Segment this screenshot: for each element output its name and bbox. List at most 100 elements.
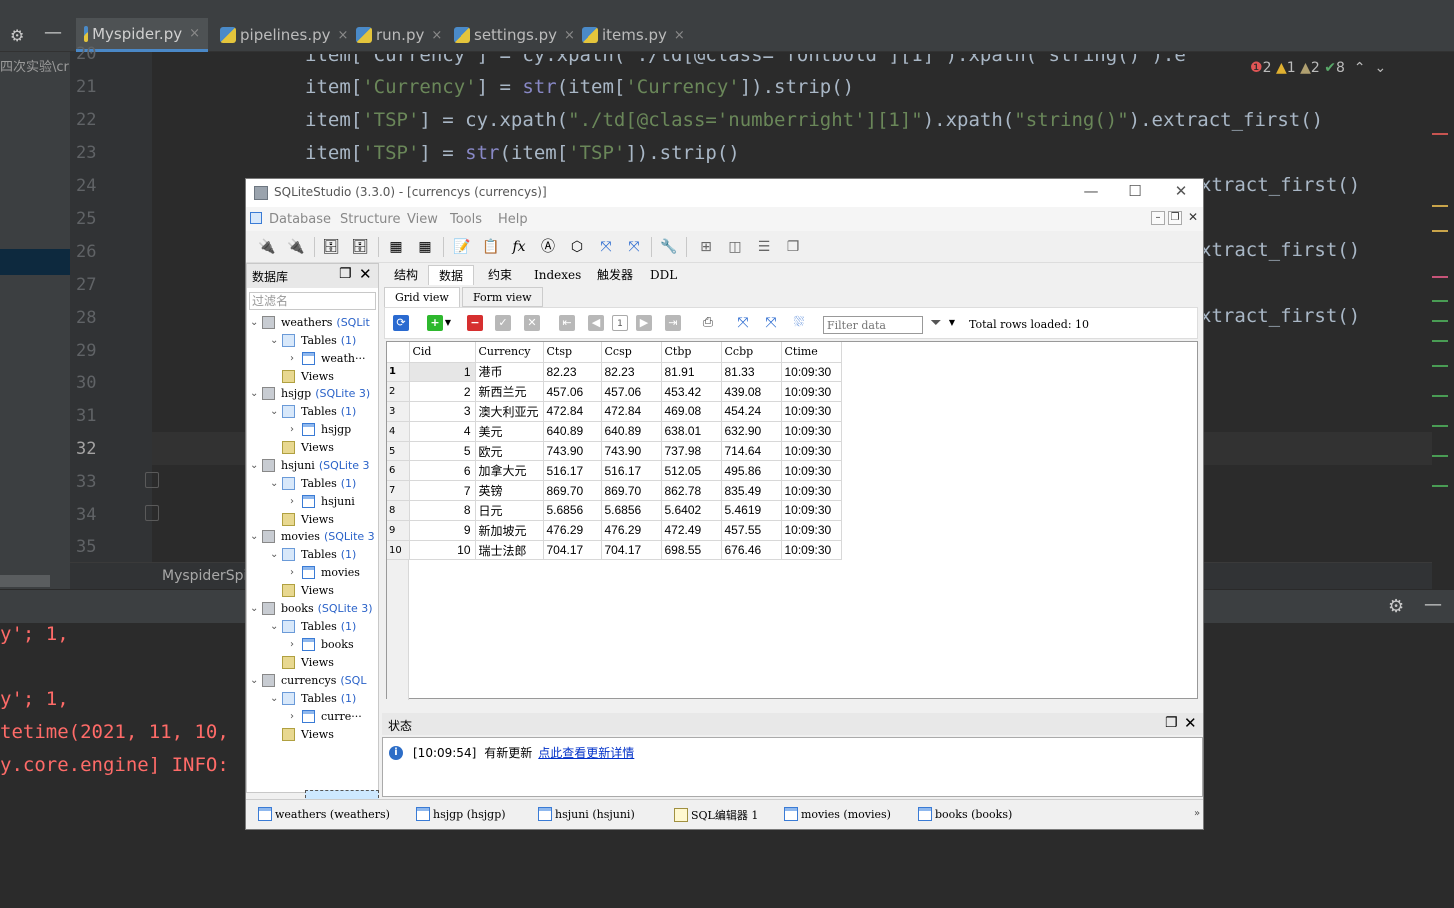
filter-funnel-icon[interactable]: ⏷ [928,315,944,331]
chevron-right-icon[interactable]: › [290,639,302,650]
menu-database[interactable]: Database [269,212,331,227]
grid-cell[interactable]: 加拿大元 [475,460,544,482]
grid-cell[interactable]: 10:09:30 [781,520,842,541]
tab-pipelines[interactable]: pipelines.py × [212,18,356,52]
grid-cell[interactable]: 1 [409,362,476,383]
table-row[interactable]: 5 5 欧元 743.90 743.90 737.98 714.64 10:09:30 [387,441,842,462]
project-path[interactable]: 四次实验\cr [0,56,69,75]
warning-stripe-marker[interactable] [1432,230,1448,232]
grid-cell[interactable]: 476.29 [601,520,662,541]
grid-cell[interactable]: 869.70 [543,480,602,502]
grid-cell[interactable]: 10:09:30 [781,500,842,521]
page-number-input[interactable]: 1 [612,315,628,331]
chevron-down-icon[interactable]: ⌄ [250,531,262,542]
taskbar-item-hsjgp[interactable]: hsjgp (hsjgp) [416,807,506,821]
tree-database[interactable]: ⌄ movies (SQLite 3 [250,528,375,546]
close-tab-icon[interactable]: × [431,28,442,43]
grid-cell[interactable]: 10:09:30 [781,540,842,561]
chevron-down-icon[interactable]: ⌄ [270,406,282,417]
tile-horizontal-icon[interactable]: ◫ [725,237,745,257]
grid-cell[interactable]: 676.46 [721,540,782,561]
breadcrumb-item[interactable]: MyspiderSpi [162,568,247,584]
grid-cell[interactable]: 10:09:30 [781,421,842,442]
collations-icon[interactable]: Ⓐ [538,237,558,257]
taskbar-item-books[interactable]: books (books) [918,807,1012,821]
grid-cell[interactable]: 81.33 [721,362,782,383]
filter-data-input[interactable] [823,316,923,334]
tree-database[interactable]: ⌄ books (SQLite 3) [250,599,373,617]
grid-cell[interactable]: 512.05 [661,460,722,482]
data-grid[interactable]: Cid Currency Ctsp Ccsp Ctbp Ccbp Ctime 1 1 港币 82.… [386,341,1198,700]
change-stripe-marker[interactable] [1432,425,1448,427]
column-header[interactable]: Ccsp [601,342,662,363]
tree-database[interactable]: ⌄ weathers (SQLit [250,313,370,331]
config-wrench-icon[interactable]: 🔧 [659,237,679,257]
grid-cell[interactable]: 516.17 [601,460,662,482]
import-data-icon[interactable]: ⤧ [735,315,751,331]
tree-table[interactable]: › hsjgp [290,421,351,439]
tree-tables-folder[interactable]: ⌄ Tables (1) [270,331,356,349]
maximize-icon[interactable]: ☐ [1120,182,1150,200]
chevron-down-icon[interactable]: ▼ [443,315,453,331]
error-stripe-marker[interactable] [1432,276,1448,278]
extensions-icon[interactable]: ⬡ [567,237,587,257]
table-row[interactable]: 7 7 英镑 869.70 869.70 862.78 835.49 10:09:30 [387,480,842,502]
table-row[interactable]: 4 4 美元 640.89 640.89 638.01 632.90 10:09:30 [387,421,842,442]
taskbar-item-hsjuni[interactable]: hsjuni (hsjuni) [538,807,635,821]
commit-icon[interactable]: ✓ [495,315,511,331]
grid-cell[interactable]: 2 [409,381,476,403]
tab-items[interactable]: items.py × [574,18,693,52]
mdi-restore-icon[interactable]: ❐ [1168,211,1182,225]
first-page-icon[interactable]: ⇤ [559,315,575,331]
ddl-history-icon[interactable]: 📋 [481,237,501,257]
grid-cell[interactable]: 10:09:30 [781,401,842,422]
mdi-minimize-icon[interactable]: – [1151,211,1165,225]
table-row[interactable]: 1 1 港币 82.23 82.23 81.91 81.33 10:09:30 [387,362,842,383]
grid-cell[interactable]: 日元 [475,500,544,521]
chevron-down-icon[interactable]: ⌄ [250,460,262,471]
grid-cell[interactable]: 454.24 [721,401,782,422]
code-line-24-fragment[interactable]: xtract_first() [1200,174,1360,196]
tree-table[interactable]: › weath··· [290,349,365,367]
collapse-icon[interactable]: — [44,22,62,43]
close-panel-icon[interactable]: ✕ [359,265,372,283]
tree-table[interactable]: › books [290,635,354,653]
tree-database[interactable]: ⌄ hsjuni (SQLite 3 [250,456,370,474]
column-header[interactable]: Currency [475,342,544,363]
minimize-icon[interactable]: — [1076,182,1106,200]
chevron-down-icon[interactable]: ⌄ [270,693,282,704]
grid-cell[interactable]: 英镑 [475,480,544,502]
grid-cell[interactable]: 10:09:30 [781,480,842,502]
table-row[interactable]: 10 10 瑞士法郎 704.17 704.17 698.55 676.46 10:09:30 [387,540,842,561]
tree-table[interactable]: › curre··· [290,707,362,725]
chevron-down-icon[interactable]: ⌄ [270,478,282,489]
tree-table[interactable]: › movies [290,564,360,582]
close-tab-icon[interactable]: × [674,28,685,43]
taskbar-item-weathers[interactable]: weathers (weathers) [258,807,390,821]
grid-cell[interactable]: 472.84 [543,401,602,422]
tree-views-folder[interactable]: Views [270,367,334,385]
taskbar-item-sql-editor[interactable]: SQL编辑器 1 [674,807,758,823]
grid-cell[interactable]: 862.78 [661,480,722,502]
tab-run[interactable]: run.py × [348,18,450,52]
grid-cell[interactable]: 469.08 [661,401,722,422]
menu-tools[interactable]: Tools [450,212,482,227]
table-row[interactable]: 3 3 澳大利亚元 472.84 472.84 469.08 454.24 10:09:30 [387,401,842,422]
tree-tables-folder[interactable]: ⌄ Tables (1) [270,546,356,564]
column-header[interactable]: Ctbp [661,342,722,363]
change-stripe-marker[interactable] [1432,300,1448,302]
chevron-right-icon[interactable]: › [290,567,302,578]
tab-constraints[interactable]: 约束 [478,265,522,285]
next-page-icon[interactable]: ▶ [636,315,652,331]
grid-cell[interactable]: 472.49 [661,520,722,541]
tree-views-folder[interactable]: Views [270,653,334,671]
grid-cell[interactable]: 737.98 [661,441,722,462]
grid-cell[interactable]: 新西兰元 [475,381,544,403]
grid-cell[interactable]: 632.90 [721,421,782,442]
db-filter-input[interactable]: 过滤名 [249,292,376,310]
menu-view[interactable]: View [407,212,438,227]
title-bar[interactable]: SQLiteStudio (3.3.0) - [currencys (curre… [246,179,1203,207]
chevron-down-icon[interactable]: ⌄ [250,603,262,614]
grid-cell[interactable]: 5.4619 [721,500,782,521]
close-tab-icon[interactable]: × [189,26,200,41]
